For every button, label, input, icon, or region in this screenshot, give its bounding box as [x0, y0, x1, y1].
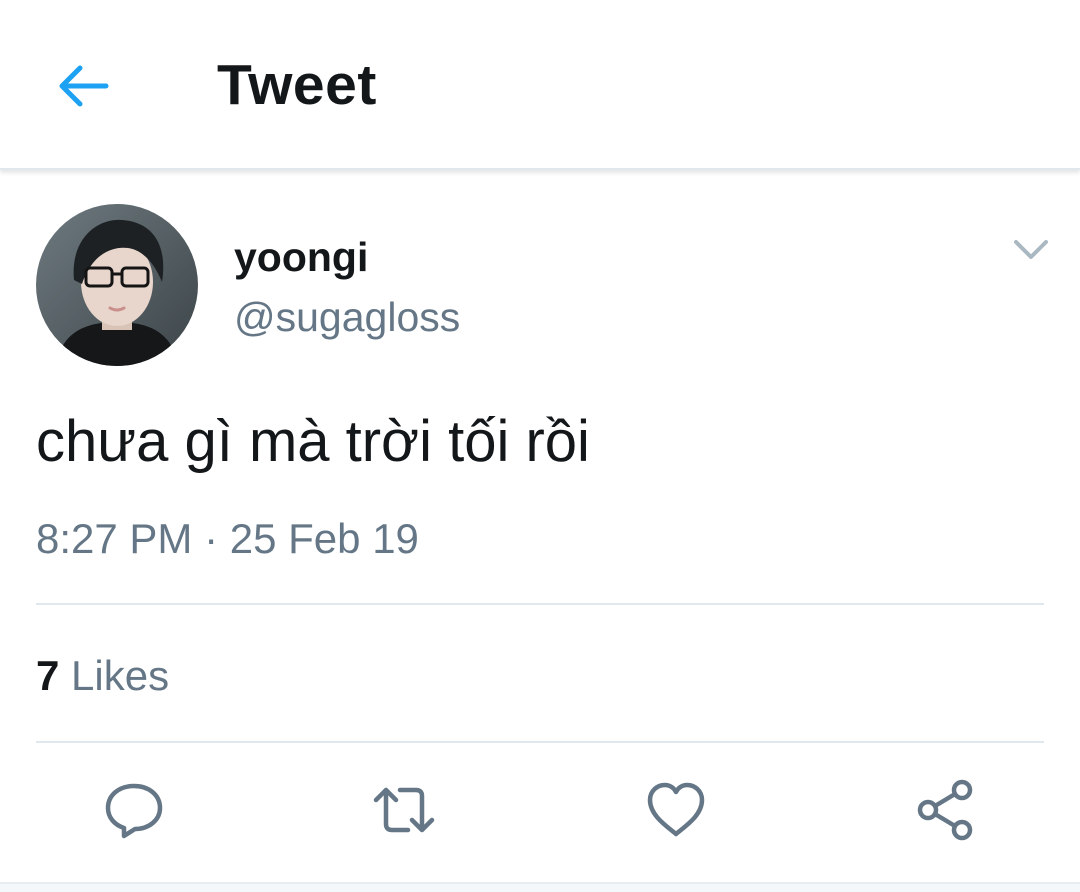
share-icon [917, 779, 973, 841]
likes-stat[interactable]: 7 Likes [36, 652, 169, 700]
reply-button[interactable] [102, 778, 166, 842]
heart-icon [647, 782, 705, 837]
author-handle[interactable]: @sugagloss [234, 294, 460, 341]
retweet-icon [373, 787, 435, 833]
avatar-photo [36, 204, 198, 366]
retweet-button[interactable] [372, 778, 436, 842]
tweet-text: chưa gì mà trời tối rồi [36, 409, 590, 474]
tweet-timestamp: 8:27 PM · 25 Feb 19 [36, 515, 419, 563]
reply-icon [105, 783, 163, 839]
likes-count: 7 [36, 652, 60, 699]
divider [36, 741, 1044, 743]
divider [36, 603, 1044, 605]
arrow-left-icon [59, 65, 109, 107]
bottom-divider [0, 882, 1080, 892]
likes-label: Likes [71, 652, 170, 699]
like-button[interactable] [644, 778, 708, 842]
chevron-down-icon [1014, 240, 1048, 259]
tweet-time[interactable]: 8:27 PM [36, 515, 192, 562]
back-button[interactable] [52, 54, 116, 118]
share-button[interactable] [914, 778, 978, 842]
avatar[interactable] [36, 204, 198, 366]
tweet-date[interactable]: 25 Feb 19 [230, 515, 419, 562]
meta-separator: · [204, 515, 219, 562]
app-header: Tweet [0, 0, 1080, 170]
page-title: Tweet [217, 53, 377, 117]
author-display-name[interactable]: yoongi [234, 234, 368, 281]
tweet-menu-button[interactable] [1010, 232, 1052, 268]
